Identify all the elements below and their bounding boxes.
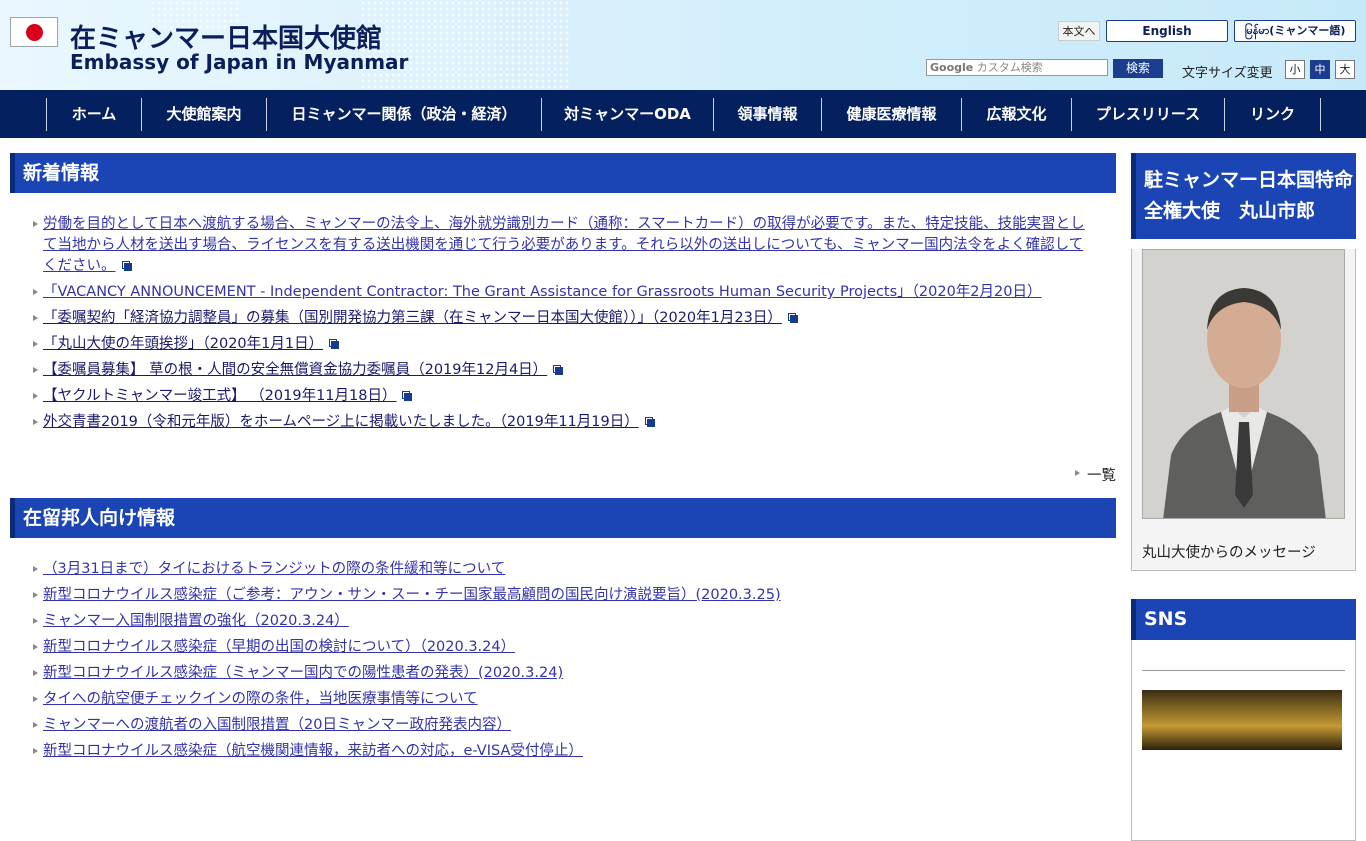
residents-item: タイへの航空便チェックインの際の条件，当地医療事情等について (32, 689, 1086, 710)
site-header: 在ミャンマー日本国大使館 Embassy of Japan in Myanmar… (0, 0, 1366, 90)
news-more-link[interactable]: 一覧 (1075, 464, 1116, 485)
residents-link[interactable]: （3月31日まで）タイにおけるトランジットの際の条件緩和等について (43, 561, 505, 577)
ambassador-box: 丸山大使からのメッセージ (1131, 249, 1356, 571)
search-placeholder: カスタム検索 (976, 61, 1043, 74)
news-link[interactable]: 【ヤクルトミャンマー竣工式】 （2019年11月18日） (43, 388, 396, 404)
residents-item: 新型コロナウイルス感染症（ご参考：アウン・サン・スー・チー国家最高顧問の国民向け… (32, 585, 1086, 606)
search-button[interactable]: 検索 (1113, 59, 1163, 78)
ambassador-photo-illustration (1143, 250, 1344, 518)
residents-link[interactable]: 新型コロナウイルス感染症（ミャンマー国内での陽性患者の発表）(2020.3.24… (43, 665, 563, 681)
world-map-decoration (360, 0, 570, 90)
search-input[interactable]: Google カスタム検索 (926, 59, 1108, 76)
news-item: 労働を目的として日本へ渡航する場合、ミャンマーの法令上、海外就労識別カード（通称… (32, 214, 1086, 277)
nav-item-culture[interactable]: 広報文化 (962, 98, 1072, 131)
news-link[interactable]: 外交青書2019（令和元年版）をホームページ上に掲載いたしました。（2019年1… (43, 414, 639, 430)
residents-item: 新型コロナウイルス感染症（ミャンマー国内での陽性患者の発表）(2020.3.24… (32, 663, 1086, 684)
residents-list: （3月31日まで）タイにおけるトランジットの際の条件緩和等について 新型コロナウ… (10, 559, 1116, 762)
global-nav: ホーム 大使館案内 日ミャンマー関係（政治・経済） 対ミャンマーODA 領事情報… (0, 90, 1366, 138)
news-link[interactable]: 「VACANCY ANNOUNCEMENT - Independent Cont… (43, 284, 1041, 300)
sns-banner-image[interactable] (1142, 690, 1342, 750)
site-subtitle[interactable]: Embassy of Japan in Myanmar (70, 50, 408, 74)
residents-item: 新型コロナウイルス感染症（航空機関連情報，来訪者への対応，e-VISA受付停止） (32, 741, 1086, 762)
external-window-icon (553, 365, 564, 375)
google-brand: Google (930, 61, 974, 74)
font-size-large-button[interactable]: 大 (1335, 60, 1355, 79)
news-item: 【ヤクルトミャンマー竣工式】 （2019年11月18日） (32, 386, 1086, 407)
news-item: 「委嘱契約「経済協力調整員」の募集（国別開発協力第三課（在ミャンマー日本国大使館… (32, 308, 1086, 329)
ambassador-portrait (1142, 249, 1345, 519)
news-list: 労働を目的として日本へ渡航する場合、ミャンマーの法令上、海外就労識別カード（通称… (10, 214, 1116, 433)
sns-divider (1142, 670, 1345, 671)
residents-heading: 在留邦人向け情報 (10, 498, 1116, 538)
sns-box (1131, 640, 1356, 841)
nav-item-embassy-guide[interactable]: 大使館案内 (142, 98, 267, 131)
external-window-icon (402, 391, 413, 401)
news-item: 外交青書2019（令和元年版）をホームページ上に掲載いたしました。（2019年1… (32, 412, 1086, 433)
font-size-label: 文字サイズ変更 (1182, 66, 1273, 81)
residents-item: ミャンマー入国制限措置の強化（2020.3.24） (32, 611, 1086, 632)
external-window-icon (329, 339, 340, 349)
nav-item-health[interactable]: 健康医療情報 (822, 98, 962, 131)
residents-link[interactable]: 新型コロナウイルス感染症（早期の出国の検討について）（2020.3.24） (43, 639, 515, 655)
english-button[interactable]: English (1106, 20, 1228, 42)
nav-item-home[interactable]: ホーム (47, 98, 142, 131)
sidebar: 駐ミャンマー日本国特命全権大使 丸山市郎 丸山大使からのメッセージ SNS (1131, 153, 1356, 841)
font-size-medium-button[interactable]: 中 (1310, 60, 1330, 79)
ambassador-message-link[interactable]: 丸山大使からのメッセージ (1132, 519, 1355, 570)
nav-item-oda[interactable]: 対ミャンマーODA (542, 98, 714, 131)
residents-link[interactable]: タイへの航空便チェックインの際の条件，当地医療事情等について (43, 691, 478, 707)
external-window-icon (787, 313, 798, 323)
news-item: 【委嘱員募集】 草の根・人間の安全無償資金協力委嘱員（2019年12月4日） (32, 360, 1086, 381)
news-item: 「丸山大使の年頭挨拶」（2020年1月1日） (32, 334, 1086, 355)
news-link[interactable]: 「丸山大使の年頭挨拶」（2020年1月1日） (43, 336, 323, 352)
external-window-icon (121, 261, 132, 271)
news-item: 「VACANCY ANNOUNCEMENT - Independent Cont… (32, 282, 1086, 303)
residents-link[interactable]: 新型コロナウイルス感染症（ご参考：アウン・サン・スー・チー国家最高顧問の国民向け… (43, 587, 781, 603)
nav-item-press[interactable]: プレスリリース (1072, 98, 1225, 131)
news-link[interactable]: 労働を目的として日本へ渡航する場合、ミャンマーの法令上、海外就労識別カード（通称… (43, 216, 1085, 274)
residents-link[interactable]: ミャンマーへの渡航者の入国制限措置（20日ミャンマー政府発表内容） (43, 717, 511, 733)
main-content: 新着情報 労働を目的として日本へ渡航する場合、ミャンマーの法令上、海外就労識別カ… (10, 153, 1116, 767)
nav-item-links[interactable]: リンク (1225, 98, 1321, 131)
residents-link[interactable]: 新型コロナウイルス感染症（航空機関連情報，来訪者への対応，e-VISA受付停止） (43, 743, 583, 759)
myanmar-language-button[interactable]: မြန်မာ(ミャンマー語) (1234, 20, 1356, 42)
font-size-small-button[interactable]: 小 (1285, 60, 1305, 79)
news-link[interactable]: 【委嘱員募集】 草の根・人間の安全無償資金協力委嘱員（2019年12月4日） (43, 362, 547, 378)
news-link[interactable]: 「委嘱契約「経済協力調整員」の募集（国別開発協力第三課（在ミャンマー日本国大使館… (43, 310, 782, 326)
external-window-icon (644, 417, 655, 427)
nav-item-consular[interactable]: 領事情報 (714, 98, 822, 131)
ambassador-heading: 駐ミャンマー日本国特命全権大使 丸山市郎 (1131, 153, 1356, 239)
residents-item: ミャンマーへの渡航者の入国制限措置（20日ミャンマー政府発表内容） (32, 715, 1086, 736)
skip-to-content-button[interactable]: 本文へ (1058, 21, 1100, 41)
residents-item: （3月31日まで）タイにおけるトランジットの際の条件緩和等について (32, 559, 1086, 580)
sns-heading: SNS (1131, 599, 1356, 640)
nav-item-relations[interactable]: 日ミャンマー関係（政治・経済） (267, 98, 542, 131)
residents-item: 新型コロナウイルス感染症（早期の出国の検討について）（2020.3.24） (32, 637, 1086, 658)
residents-link[interactable]: ミャンマー入国制限措置の強化（2020.3.24） (43, 613, 349, 629)
news-heading: 新着情報 (10, 153, 1116, 193)
japan-flag-icon (10, 17, 58, 47)
